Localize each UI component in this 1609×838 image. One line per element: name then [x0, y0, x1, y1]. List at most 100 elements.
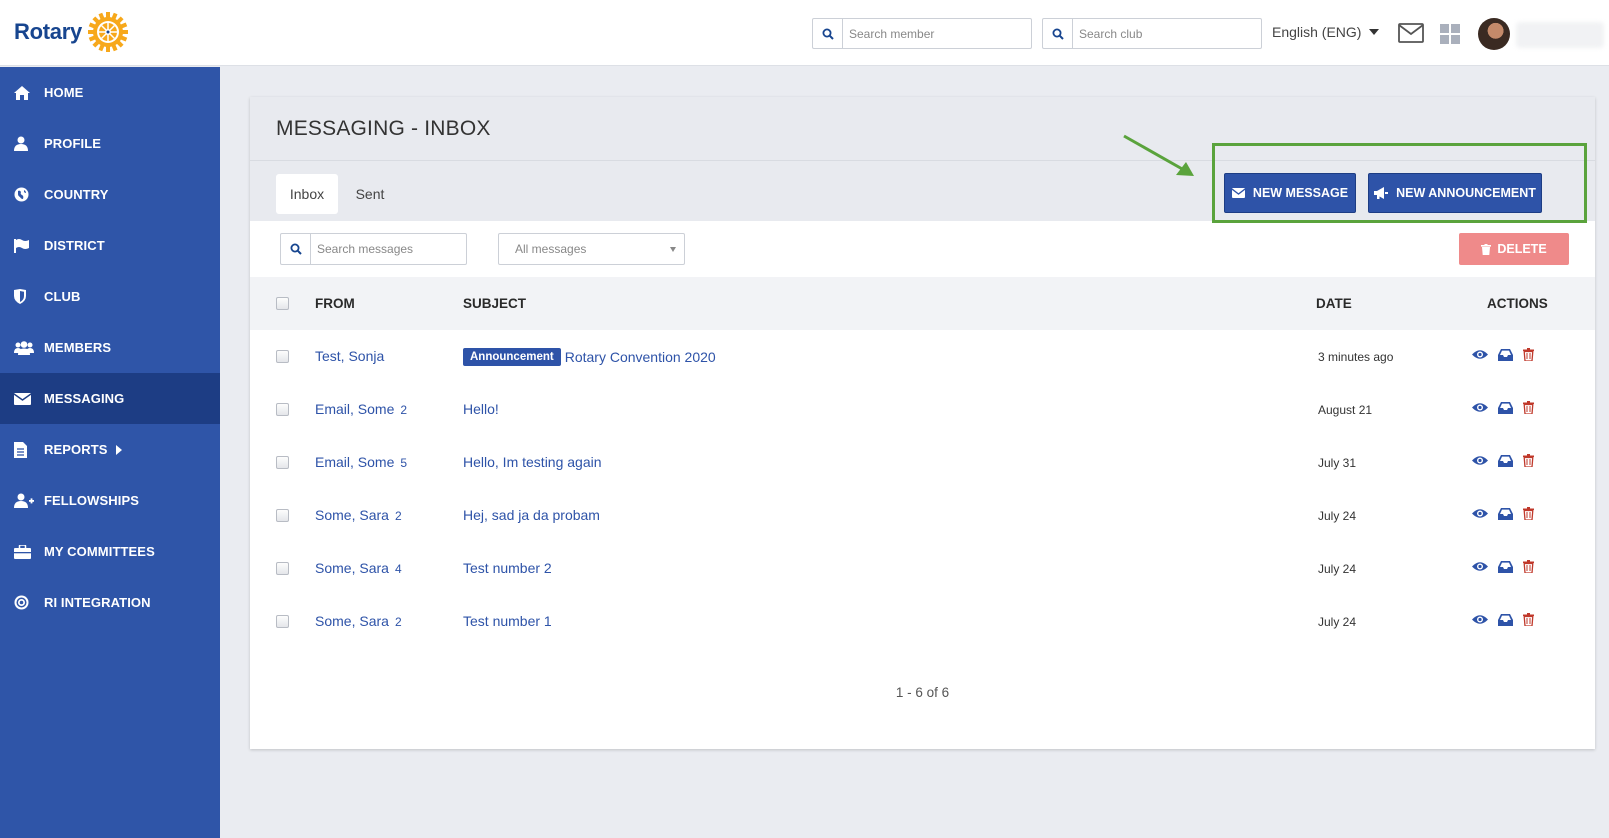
column-actions: ACTIONS: [1487, 296, 1548, 311]
inbox-icon[interactable]: [1498, 348, 1513, 361]
eye-icon[interactable]: [1472, 455, 1488, 466]
sidebar-item-profile[interactable]: PROFILE: [0, 118, 220, 169]
new-message-label: NEW MESSAGE: [1252, 186, 1349, 200]
trash-icon[interactable]: [1523, 401, 1534, 414]
table-row[interactable]: Email, Some 5 Hello, Im testing again Jul…: [250, 436, 1595, 489]
tab-inbox[interactable]: Inbox: [276, 174, 338, 214]
column-date: DATE: [1316, 296, 1352, 311]
user-avatar[interactable]: [1478, 18, 1510, 50]
message-sender[interactable]: Test, Sonja: [315, 348, 384, 364]
inbox-icon[interactable]: [1498, 613, 1513, 626]
user-name-redacted[interactable]: [1516, 22, 1604, 48]
message-filter-select[interactable]: All messages: [498, 233, 685, 265]
inbox-icon[interactable]: [1498, 507, 1513, 520]
search-club-box: [1042, 18, 1262, 49]
envelope-icon: [1231, 188, 1245, 198]
brand-name: Rotary: [14, 19, 82, 44]
new-message-button[interactable]: NEW MESSAGE: [1224, 173, 1356, 213]
row-checkbox[interactable]: [276, 456, 289, 469]
megaphone-icon: [1374, 187, 1389, 199]
trash-icon[interactable]: [1523, 613, 1534, 626]
sidebar-item-label: FELLOWSHIPS: [44, 493, 139, 508]
sidebar-item-district[interactable]: DISTRICT: [0, 220, 220, 271]
search-member-input[interactable]: [843, 19, 1023, 48]
trash-icon[interactable]: [1523, 507, 1534, 520]
sidebar-item-label: CLUB: [44, 289, 81, 304]
table-row[interactable]: Some, Sara 2 Test number 1 July 24: [250, 595, 1595, 648]
column-subject: SUBJECT: [463, 296, 527, 311]
messaging-card: MESSAGING - INBOX Inbox Sent NEW MESSAGE…: [250, 97, 1595, 749]
mail-icon[interactable]: [1398, 23, 1424, 43]
row-actions: [1472, 560, 1534, 573]
message-sender[interactable]: Some, Sara 2: [315, 507, 402, 523]
new-announcement-button[interactable]: NEW ANNOUNCEMENT: [1368, 173, 1542, 213]
sidebar-item-label: RI INTEGRATION: [44, 595, 151, 610]
sidebar-item-members[interactable]: MEMBERS: [0, 322, 220, 373]
target-icon: [14, 595, 44, 610]
sidebar-item-messaging[interactable]: MESSAGING: [0, 373, 220, 424]
sidebar-item-my-committees[interactable]: MY COMMITTEES: [0, 526, 220, 577]
row-checkbox[interactable]: [276, 562, 289, 575]
search-icon: [281, 234, 311, 264]
message-sender[interactable]: Some, Sara 4: [315, 560, 402, 576]
sidebar-item-reports[interactable]: REPORTS: [0, 424, 220, 475]
language-selector[interactable]: English (ENG): [1272, 24, 1380, 40]
message-date: July 24: [1318, 509, 1357, 523]
message-date: July 24: [1318, 562, 1357, 576]
table-row[interactable]: Some, Sara 2 Hej, sad ja da probam July 2…: [250, 489, 1595, 542]
apps-grid-icon[interactable]: [1440, 24, 1460, 44]
sidebar-item-label: MESSAGING: [44, 391, 125, 406]
thread-count: 2: [394, 509, 402, 523]
annotation-arrow-icon: [1123, 134, 1194, 176]
delete-button[interactable]: DELETE: [1459, 233, 1569, 265]
message-sender[interactable]: Some, Sara 2: [315, 613, 402, 629]
eye-icon[interactable]: [1472, 349, 1488, 360]
search-icon: [813, 19, 843, 48]
rotary-logo[interactable]: Rotary: [14, 10, 130, 54]
message-subject[interactable]: Test number 1: [463, 613, 552, 629]
sidebar-item-fellowships[interactable]: FELLOWSHIPS: [0, 475, 220, 526]
inbox-icon[interactable]: [1498, 454, 1513, 467]
eye-icon[interactable]: [1472, 614, 1488, 625]
trash-icon[interactable]: [1523, 454, 1534, 467]
sidebar-item-club[interactable]: CLUB: [0, 271, 220, 322]
inbox-icon[interactable]: [1498, 401, 1513, 414]
trash-icon: [1481, 243, 1492, 255]
sidebar-item-home[interactable]: HOME: [0, 67, 220, 118]
tab-sent[interactable]: Sent: [344, 174, 396, 214]
eye-icon[interactable]: [1472, 561, 1488, 572]
row-checkbox[interactable]: [276, 615, 289, 628]
table-row[interactable]: Some, Sara 4 Test number 2 July 24: [250, 542, 1595, 595]
row-checkbox[interactable]: [276, 509, 289, 522]
message-subject[interactable]: Hello, Im testing again: [463, 454, 602, 470]
message-sender[interactable]: Email, Some 2: [315, 401, 407, 417]
message-subject[interactable]: Announcement Rotary Convention 2020: [463, 348, 716, 366]
subject-text: Hello!: [463, 401, 499, 417]
page-title: MESSAGING - INBOX: [276, 116, 491, 140]
trash-icon[interactable]: [1523, 560, 1534, 573]
message-sender[interactable]: Email, Some 5: [315, 454, 407, 470]
message-filter-value: All messages: [515, 242, 587, 256]
search-club-input[interactable]: [1073, 19, 1253, 48]
eye-icon[interactable]: [1472, 402, 1488, 413]
trash-icon[interactable]: [1523, 348, 1534, 361]
caret-down-icon: [670, 247, 676, 252]
search-messages-input[interactable]: [311, 234, 461, 264]
inbox-icon[interactable]: [1498, 560, 1513, 573]
row-checkbox[interactable]: [276, 403, 289, 416]
top-bar: Rotary Search member Search club English…: [0, 0, 1609, 66]
row-checkbox[interactable]: [276, 350, 289, 363]
sidebar-item-country[interactable]: COUNTRY: [0, 169, 220, 220]
message-subject[interactable]: Test number 2: [463, 560, 552, 576]
message-subject[interactable]: Hej, sad ja da probam: [463, 507, 600, 523]
table-row[interactable]: Email, Some 2 Hello! August 21: [250, 383, 1595, 436]
eye-icon[interactable]: [1472, 508, 1488, 519]
select-all-checkbox[interactable]: [276, 297, 289, 310]
sender-name: Some, Sara: [315, 507, 389, 523]
message-subject[interactable]: Hello!: [463, 401, 499, 417]
message-list: Test, Sonja Announcement Rotary Conventio…: [250, 330, 1595, 648]
subject-text: Test number 2: [463, 560, 552, 576]
announcement-badge: Announcement: [463, 348, 561, 366]
sidebar-item-ri-integration[interactable]: RI INTEGRATION: [0, 577, 220, 628]
table-row[interactable]: Test, Sonja Announcement Rotary Conventio…: [250, 330, 1595, 383]
